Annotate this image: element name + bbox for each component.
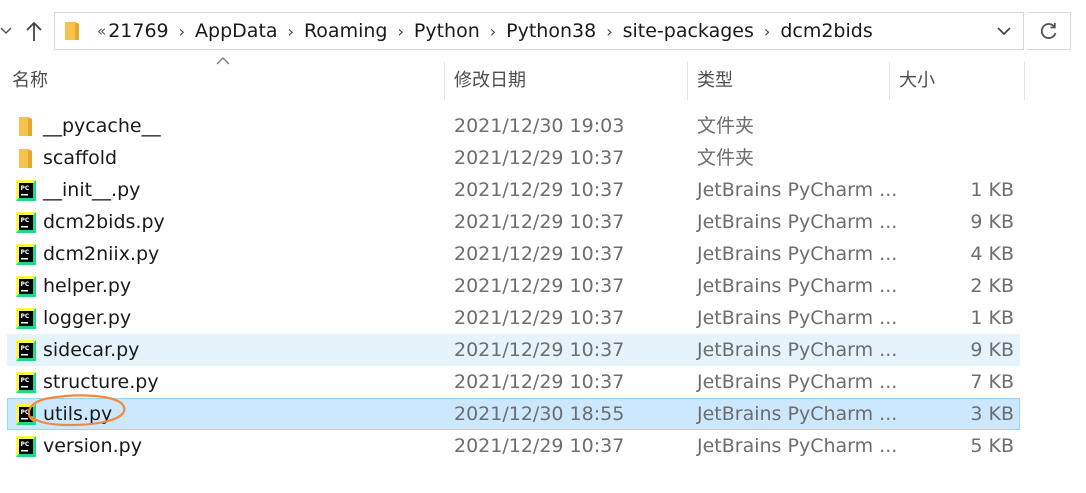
file-type: 文件夹 [697,115,755,137]
column-divider[interactable] [1024,62,1025,100]
file-size: 9 KB [970,211,1014,233]
chevron-down-icon[interactable] [995,22,1013,40]
up-button[interactable] [20,14,48,48]
file-name: __pycache__ [43,115,161,137]
file-type: JetBrains PyCharm ... [697,371,898,393]
file-size: 5 KB [970,435,1014,457]
file-size: 3 KB [970,403,1014,425]
breadcrumb-item[interactable]: Roaming [304,20,388,42]
svg-text:PC: PC [21,217,30,224]
file-size: 1 KB [970,307,1014,329]
file-type: JetBrains PyCharm ... [697,339,898,361]
file-type: JetBrains PyCharm ... [697,403,898,425]
file-date: 2021/12/29 10:37 [454,435,625,457]
breadcrumb-overflow[interactable]: « [91,22,108,40]
dropdown-recent-button[interactable] [0,14,20,48]
svg-text:PC: PC [21,345,30,352]
breadcrumb-item[interactable]: Python [414,20,480,42]
folder-icon [19,117,32,136]
svg-text:PC: PC [21,441,30,448]
file-date: 2021/12/29 10:37 [454,307,625,329]
pycharm-file-icon: PC [16,276,36,297]
chevron-right-icon[interactable]: › [480,22,506,41]
pycharm-file-icon: PC [16,372,36,393]
file-date: 2021/12/29 10:37 [454,275,625,297]
file-name: dcm2niix.py [43,243,160,265]
column-header-date[interactable]: 修改日期 [444,60,687,102]
file-date: 2021/12/30 18:55 [454,403,625,425]
list-item[interactable]: PC structure.py 2021/12/29 10:37 JetBrai… [7,366,1020,398]
chevron-right-icon[interactable]: › [387,22,413,41]
breadcrumb-item[interactable]: AppData [195,20,278,42]
refresh-icon [1040,23,1056,39]
svg-text:PC: PC [21,185,30,192]
list-item[interactable]: scaffold 2021/12/29 10:37 文件夹 [7,142,1020,174]
breadcrumb-item[interactable]: site-packages [623,20,754,42]
svg-text:PC: PC [21,249,30,256]
list-item[interactable]: __pycache__ 2021/12/30 19:03 文件夹 [7,110,1020,142]
chevron-right-icon[interactable]: › [278,22,304,41]
list-item[interactable]: PC helper.py 2021/12/29 10:37 JetBrains … [7,270,1020,302]
pycharm-file-icon: PC [16,308,36,329]
address-bar[interactable]: « 21769 › AppData › Roaming › Python › P… [54,12,1024,50]
list-item[interactable]: PC version.py 2021/12/29 10:37 JetBrains… [7,430,1020,462]
breadcrumb-item-current[interactable]: dcm2bids [780,20,872,42]
chevron-right-icon[interactable]: › [169,22,195,41]
list-item[interactable]: PC __init__.py 2021/12/29 10:37 JetBrain… [7,174,1020,206]
chevron-right-icon[interactable]: › [596,22,622,41]
list-item-hovered[interactable]: PC sidecar.py 2021/12/29 10:37 JetBrains… [7,334,1020,366]
chevron-right-icon[interactable]: › [754,22,780,41]
file-date: 2021/12/29 10:37 [454,211,625,233]
file-type: JetBrains PyCharm ... [697,211,898,233]
pycharm-file-icon: PC [16,212,36,233]
breadcrumb-item[interactable]: 21769 [108,20,168,42]
arrow-up-icon [26,21,42,41]
svg-text:PC: PC [21,281,30,288]
list-item[interactable]: PC dcm2bids.py 2021/12/29 10:37 JetBrain… [7,206,1020,238]
pycharm-file-icon: PC [16,244,36,265]
file-size: 2 KB [970,275,1014,297]
file-size: 4 KB [970,243,1014,265]
file-size: 9 KB [970,339,1014,361]
file-date: 2021/12/30 19:03 [454,115,625,137]
column-header-type[interactable]: 类型 [687,60,889,102]
file-size: 1 KB [970,179,1014,201]
file-date: 2021/12/29 10:37 [454,179,625,201]
file-name: helper.py [43,275,132,297]
chevron-down-icon [0,27,12,35]
file-name: scaffold [43,147,118,169]
column-header-name[interactable]: 名称 [2,60,442,102]
pycharm-file-icon: PC [16,436,36,457]
column-header-size[interactable]: 大小 [889,60,1024,102]
file-name: dcm2bids.py [43,211,165,233]
file-type: JetBrains PyCharm ... [697,179,898,201]
file-size: 7 KB [970,371,1014,393]
list-item[interactable]: PC logger.py 2021/12/29 10:37 JetBrains … [7,302,1020,334]
pycharm-file-icon: PC [16,340,36,361]
column-header-row: 名称 修改日期 类型 大小 [0,57,1086,102]
annotation-circle [27,394,126,427]
folder-icon [65,22,79,40]
svg-text:PC: PC [21,377,30,384]
breadcrumb-item[interactable]: Python38 [506,20,596,42]
file-name: __init__.py [43,179,141,201]
list-item[interactable]: PC dcm2niix.py 2021/12/29 10:37 JetBrain… [7,238,1020,270]
list-item-selected[interactable]: PC utils.py 2021/12/30 18:55 JetBrains P… [7,398,1020,430]
pycharm-file-icon: PC [16,180,36,201]
file-type: 文件夹 [697,147,755,169]
refresh-button[interactable] [1027,12,1071,50]
file-date: 2021/12/29 10:37 [454,339,625,361]
file-type: JetBrains PyCharm ... [697,243,898,265]
file-type: JetBrains PyCharm ... [697,275,898,297]
file-name: logger.py [43,307,132,329]
file-date: 2021/12/29 10:37 [454,147,625,169]
file-type: JetBrains PyCharm ... [697,435,898,457]
file-name: version.py [43,435,142,457]
folder-icon [19,149,32,168]
file-name: sidecar.py [43,339,140,361]
file-type: JetBrains PyCharm ... [697,307,898,329]
file-date: 2021/12/29 10:37 [454,243,625,265]
file-date: 2021/12/29 10:37 [454,371,625,393]
svg-text:PC: PC [21,313,30,320]
